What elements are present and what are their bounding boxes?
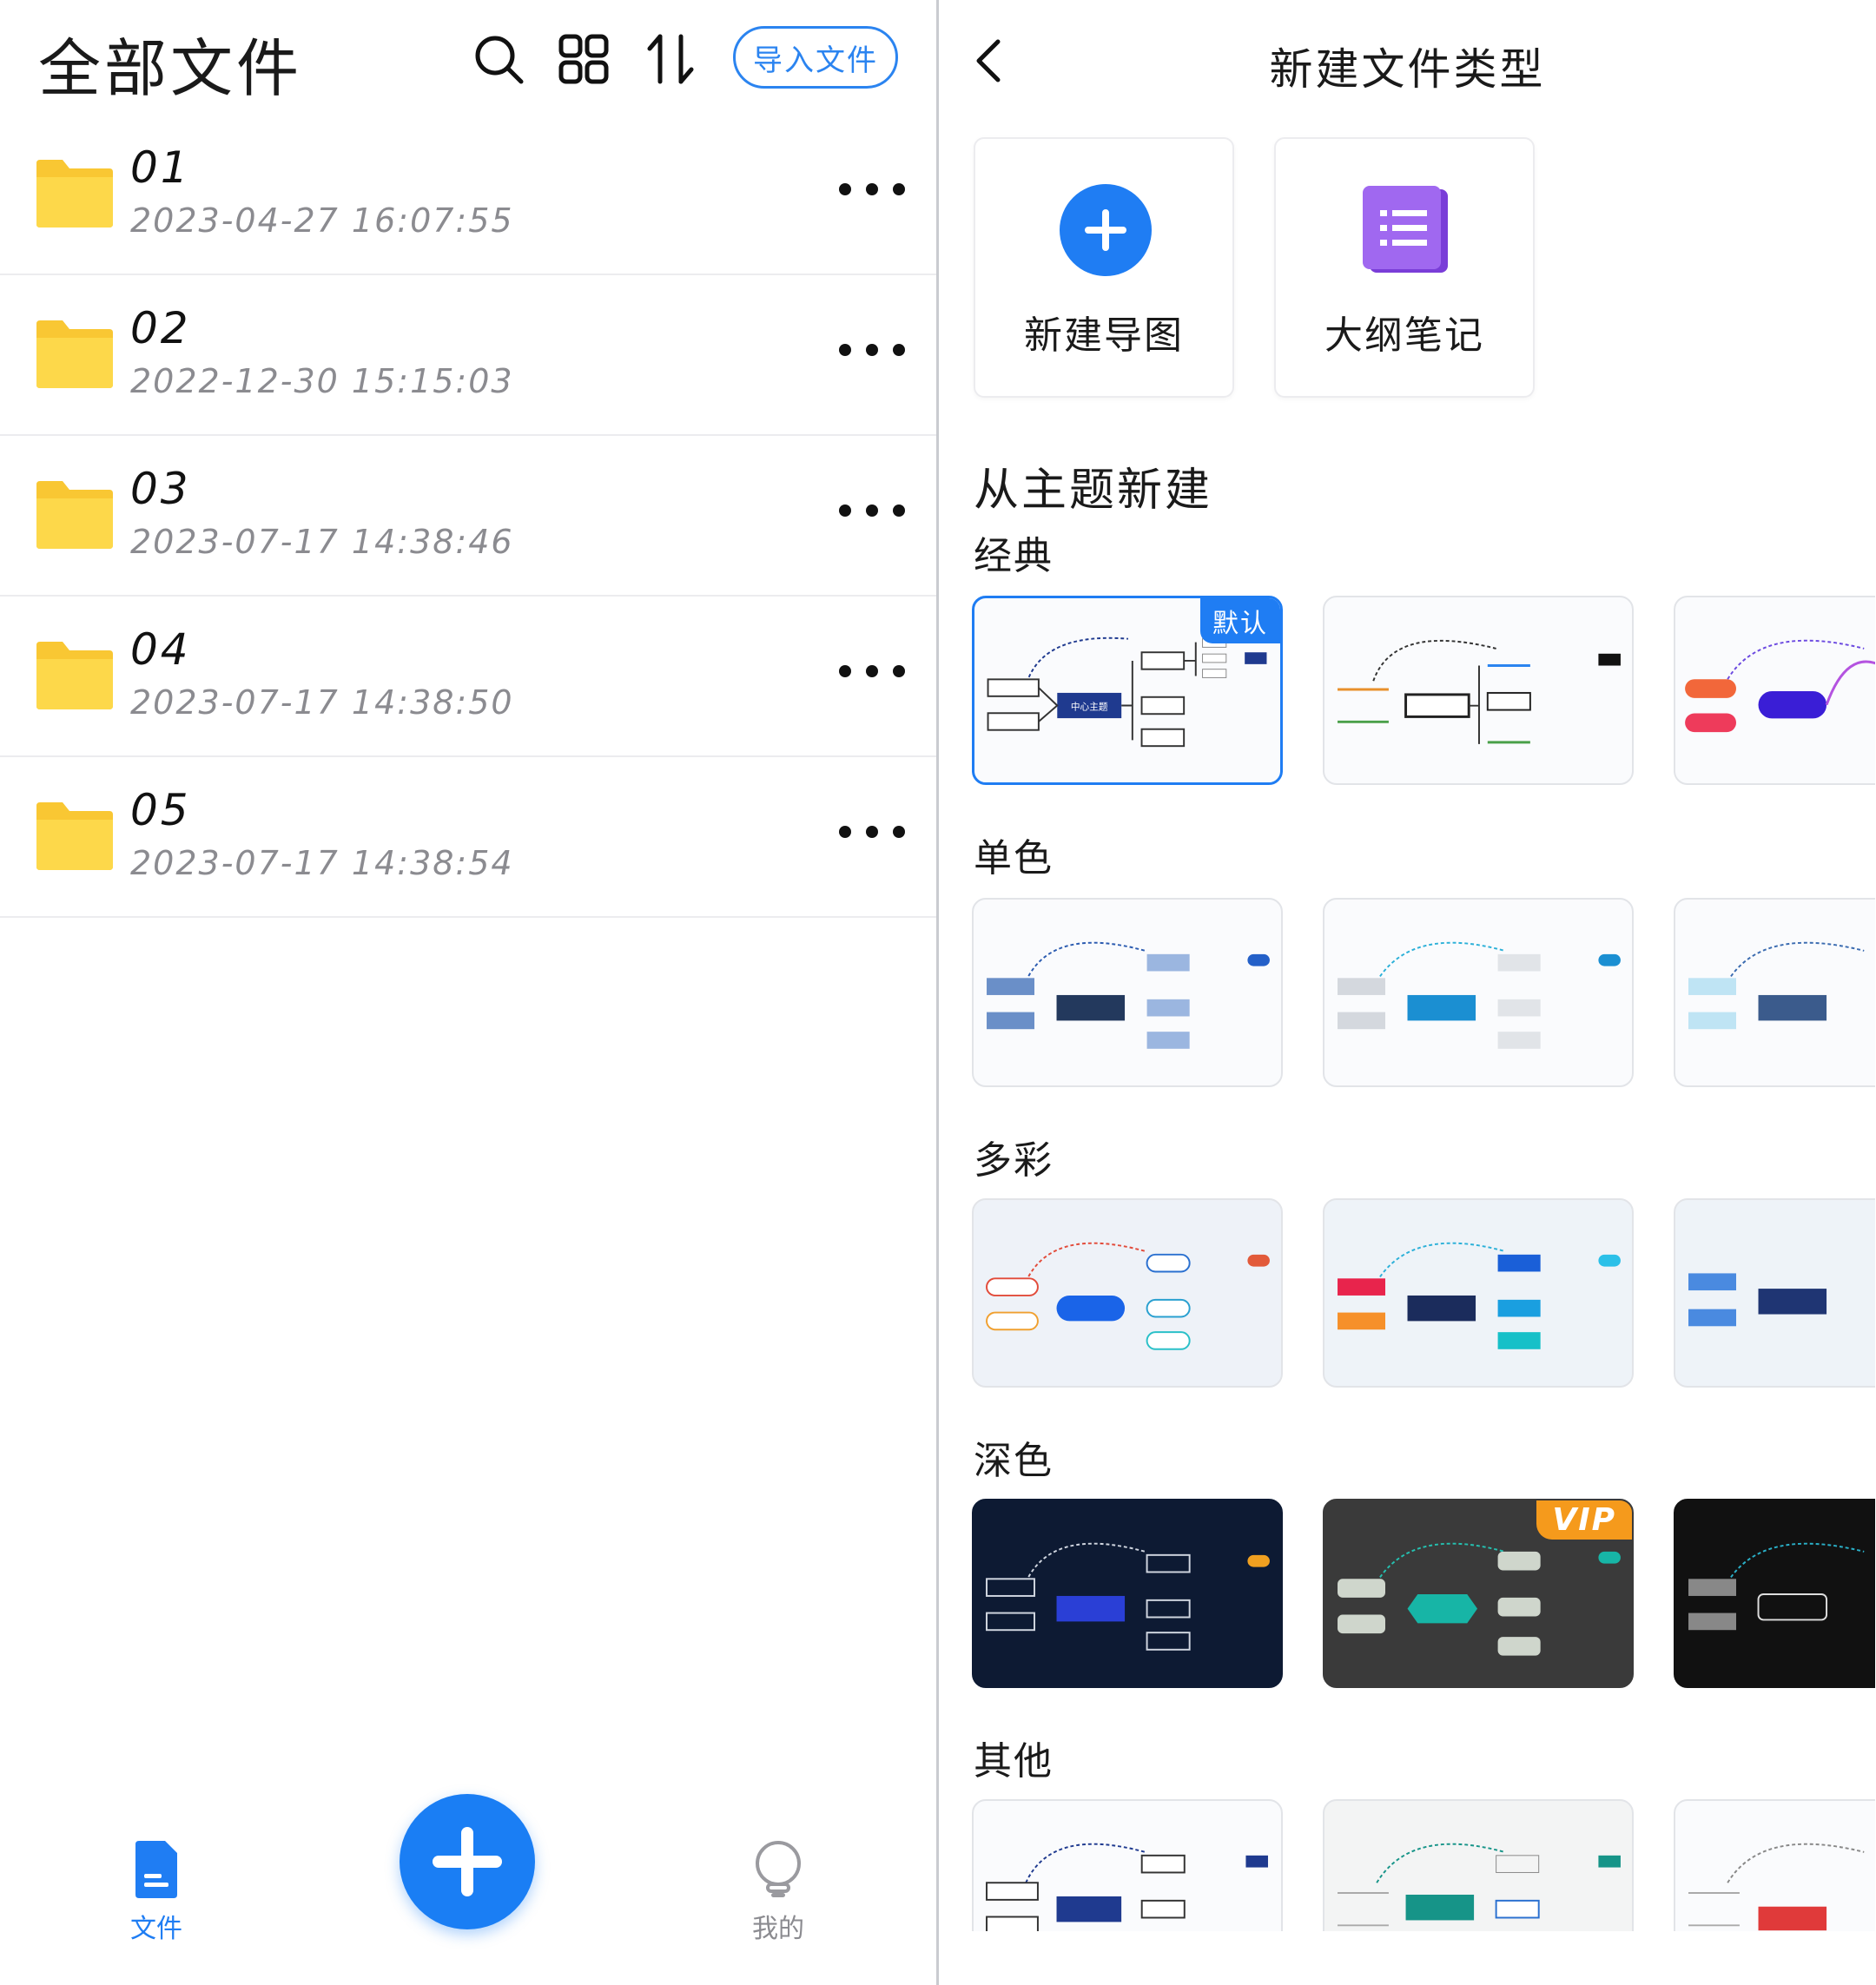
file-date: 2023-07-17 14:38:54 xyxy=(130,844,514,882)
more-icon[interactable] xyxy=(839,501,905,520)
theme-thumb[interactable] xyxy=(1674,898,1875,1087)
grid-view-icon[interactable] xyxy=(556,31,611,87)
file-row[interactable]: 03 2023-07-17 14:38:46 xyxy=(0,436,936,597)
file-date: 2023-04-27 16:07:55 xyxy=(130,201,514,240)
theme-thumb[interactable] xyxy=(1674,1799,1875,1931)
sort-icon[interactable] xyxy=(643,31,698,87)
theme-thumb[interactable] xyxy=(972,1799,1283,1931)
new-mindmap-card[interactable]: 新建导图 xyxy=(974,137,1234,398)
colorful-theme-row xyxy=(972,1198,1875,1391)
more-icon[interactable] xyxy=(839,180,905,199)
category-mono: 单色 xyxy=(974,836,1054,880)
thumb-center-label: 中心主题 xyxy=(1071,701,1108,712)
mono-theme-row xyxy=(972,898,1875,1091)
add-button[interactable] xyxy=(400,1794,535,1929)
new-mindmap-label: 新建导图 xyxy=(1024,313,1184,358)
more-icon[interactable] xyxy=(839,662,905,681)
file-row[interactable]: 01 2023-04-27 16:07:55 xyxy=(0,115,936,275)
file-doc-icon xyxy=(135,1841,177,1898)
outline-list-icon xyxy=(1363,186,1448,273)
theme-thumb[interactable] xyxy=(1323,898,1634,1087)
folder-icon xyxy=(36,802,113,870)
vip-badge: VIP xyxy=(1536,1500,1632,1540)
dark-theme-row: VIP xyxy=(972,1499,1875,1692)
theme-thumb[interactable] xyxy=(1323,1198,1634,1388)
file-list-panel: 全部文件 导入文件 01 2023-04-27 16:07:55 02 2022… xyxy=(0,0,939,1985)
file-name: 04 xyxy=(130,624,191,675)
more-icon[interactable] xyxy=(839,340,905,359)
file-row[interactable]: 02 2022-12-30 15:15:03 xyxy=(0,275,936,436)
nav-tab-files[interactable]: 文件 xyxy=(113,1839,200,1945)
bulb-icon xyxy=(756,1841,801,1897)
plus-icon xyxy=(1060,184,1152,276)
nav-files-label: 文件 xyxy=(130,1914,182,1944)
theme-thumb[interactable] xyxy=(1674,1198,1875,1388)
nav-mine-label: 我的 xyxy=(752,1914,804,1944)
other-theme-row xyxy=(972,1799,1875,1931)
outline-note-card[interactable]: 大纲笔记 xyxy=(1274,137,1535,398)
file-row[interactable]: 05 2023-07-17 14:38:54 xyxy=(0,757,936,918)
file-name: 05 xyxy=(130,785,191,835)
category-classic: 经典 xyxy=(974,534,1054,578)
theme-section-title: 从主题新建 xyxy=(974,465,1213,517)
nav-tab-mine[interactable]: 我的 xyxy=(735,1839,822,1945)
page-title: 新建文件类型 xyxy=(1269,44,1546,95)
theme-thumb[interactable] xyxy=(972,898,1283,1087)
folder-icon xyxy=(36,160,113,228)
more-icon[interactable] xyxy=(839,822,905,841)
search-icon[interactable] xyxy=(471,31,526,87)
file-row[interactable]: 04 2023-07-17 14:38:50 xyxy=(0,597,936,757)
file-date: 2023-07-17 14:38:50 xyxy=(130,683,514,722)
file-date: 2023-07-17 14:38:46 xyxy=(130,523,514,561)
default-badge: 默认 xyxy=(1200,598,1280,643)
file-date: 2022-12-30 15:15:03 xyxy=(130,362,514,400)
import-file-button[interactable]: 导入文件 xyxy=(733,26,898,89)
file-name: 01 xyxy=(130,142,191,193)
folder-icon xyxy=(36,320,113,388)
category-other: 其他 xyxy=(974,1739,1054,1784)
category-colorful: 多彩 xyxy=(974,1138,1054,1183)
folder-icon xyxy=(36,481,113,549)
folder-icon xyxy=(36,642,113,709)
file-name: 03 xyxy=(130,464,191,514)
theme-thumb[interactable] xyxy=(1674,1499,1875,1688)
theme-thumb[interactable] xyxy=(1674,596,1875,785)
file-name: 02 xyxy=(130,303,191,353)
category-dark: 深色 xyxy=(974,1439,1054,1483)
theme-thumb[interactable] xyxy=(972,1198,1283,1388)
new-file-type-panel: 新建文件类型 新建导图 大纲笔记 从主题新建 经典 中心主题 默认 单色 多彩 … xyxy=(939,0,1876,1985)
theme-thumb[interactable] xyxy=(1323,1799,1634,1931)
theme-thumb[interactable] xyxy=(972,1499,1283,1688)
page-title: 全部文件 xyxy=(38,32,303,105)
theme-thumb[interactable]: VIP xyxy=(1323,1499,1634,1688)
file-list: 01 2023-04-27 16:07:55 02 2022-12-30 15:… xyxy=(0,115,936,918)
classic-theme-row: 中心主题 默认 xyxy=(972,596,1875,788)
theme-thumb[interactable] xyxy=(1323,596,1634,785)
theme-thumb[interactable]: 中心主题 默认 xyxy=(972,596,1283,785)
outline-note-label: 大纲笔记 xyxy=(1324,313,1484,358)
